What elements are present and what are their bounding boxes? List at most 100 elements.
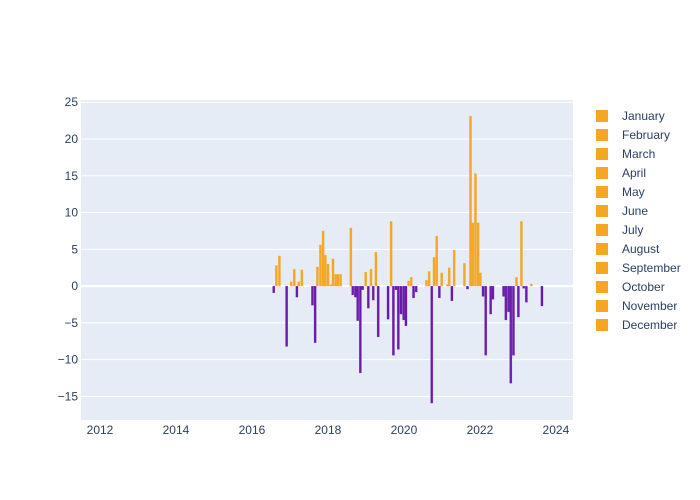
x-tick-label: 2018 xyxy=(315,423,342,437)
bar-negative xyxy=(371,285,375,301)
bar-positive xyxy=(231,285,235,287)
legend-item-september[interactable]: September xyxy=(596,258,681,277)
bar-chart: −15−10−50510152025 2012 2014 2016 2018 2020 2… xyxy=(58,95,573,437)
legend-item-november[interactable]: November xyxy=(596,296,681,315)
bar-negative xyxy=(272,285,276,293)
legend-item-august[interactable]: August xyxy=(596,239,681,258)
x-axis-ticks: 2012 2014 2016 2018 2020 2022 2024 xyxy=(87,423,570,437)
bar-negative xyxy=(522,285,526,289)
bar-positive xyxy=(409,277,413,287)
bar-positive xyxy=(275,265,278,287)
bar-positive xyxy=(336,274,340,287)
legend-label: June xyxy=(622,203,649,218)
legend-item-march[interactable]: March xyxy=(596,144,681,163)
bar-negative xyxy=(412,285,415,299)
legend-label: November xyxy=(622,298,678,313)
bar-negative xyxy=(438,285,441,299)
x-tick-label: 2020 xyxy=(391,423,418,437)
bar-negative xyxy=(404,285,408,327)
legend-swatch xyxy=(596,318,608,331)
bar-negative xyxy=(489,285,493,315)
legend-label: October xyxy=(622,279,665,294)
legend-swatch xyxy=(596,166,608,179)
bar-positive xyxy=(520,221,523,287)
bar-negative xyxy=(366,285,370,309)
bar-positive xyxy=(471,222,475,287)
legend-item-july[interactable]: July xyxy=(596,220,681,239)
bar-negative xyxy=(481,285,485,297)
bar-positive xyxy=(316,266,319,287)
bar-positive xyxy=(432,257,436,287)
bar-positive xyxy=(476,222,480,287)
bar-negative xyxy=(354,285,357,298)
y-tick-label: 5 xyxy=(71,242,78,256)
x-tick-label: 2012 xyxy=(87,423,114,437)
legend-swatch xyxy=(596,147,608,160)
legend-label: January xyxy=(622,108,665,123)
legend-item-may[interactable]: May xyxy=(596,182,681,201)
bar-negative xyxy=(285,285,288,347)
x-tick-label: 2016 xyxy=(239,423,266,437)
legend-item-june[interactable]: June xyxy=(596,201,681,220)
legend-item-december[interactable]: December xyxy=(596,315,681,334)
bar-negative xyxy=(540,285,544,307)
bar-positive xyxy=(364,271,368,287)
legend-label: August xyxy=(622,241,660,256)
bar-positive xyxy=(193,285,197,287)
legend-swatch xyxy=(596,109,608,122)
bar-negative xyxy=(361,285,364,291)
legend-swatch xyxy=(596,261,608,274)
legend-swatch xyxy=(596,128,608,141)
plot-background xyxy=(81,100,573,420)
legend-label: February xyxy=(622,127,671,142)
bar-positive xyxy=(292,268,296,287)
y-tick-label: 20 xyxy=(65,132,79,146)
bar-positive xyxy=(435,235,439,287)
bar-negative xyxy=(313,285,317,344)
legend-label: December xyxy=(622,317,678,332)
bar-positive xyxy=(515,277,518,287)
bar-negative xyxy=(358,285,362,374)
bar-negative xyxy=(509,285,513,384)
bar-negative xyxy=(484,285,488,356)
y-axis-ticks: −15 −10 −5 0 5 10 15 20 25 xyxy=(58,95,79,403)
bar-negative xyxy=(512,285,515,356)
bar-positive xyxy=(389,221,393,287)
legend-swatch xyxy=(596,242,608,255)
bar-positive xyxy=(369,268,373,287)
legend-swatch xyxy=(596,204,608,217)
legend-swatch xyxy=(596,185,608,198)
bar-negative xyxy=(507,285,510,313)
bar-negative xyxy=(311,285,314,306)
bar-negative xyxy=(414,285,418,293)
bar-positive xyxy=(326,263,330,287)
y-tick-label: 15 xyxy=(65,169,79,183)
bar-positive xyxy=(300,269,304,287)
x-tick-label: 2022 xyxy=(467,423,494,437)
bar-positive xyxy=(319,244,322,287)
bar-positive xyxy=(289,281,293,287)
bar-negative xyxy=(504,285,508,321)
legend-label: March xyxy=(622,146,656,161)
bar-negative xyxy=(430,285,434,404)
legend-item-february[interactable]: February xyxy=(596,125,681,144)
bar-positive xyxy=(463,263,466,287)
bar-positive xyxy=(339,274,342,287)
legend-item-january[interactable]: January xyxy=(596,106,681,125)
y-tick-label: −10 xyxy=(58,353,79,367)
bar-negative xyxy=(402,285,406,321)
y-tick-label: 10 xyxy=(65,206,79,220)
bar-positive xyxy=(479,272,482,287)
bar-positive xyxy=(447,267,451,287)
bar-negative xyxy=(351,285,355,296)
y-tick-label: 25 xyxy=(65,95,79,109)
legend-swatch xyxy=(596,299,608,312)
bar-negative xyxy=(356,285,360,321)
legend-item-october[interactable]: October xyxy=(596,277,681,296)
legend-swatch xyxy=(596,223,608,236)
legend-label: September xyxy=(622,260,681,275)
bar-positive xyxy=(321,230,325,287)
bar-negative xyxy=(376,285,380,338)
legend-item-april[interactable]: April xyxy=(596,163,681,182)
bar-negative xyxy=(525,285,528,303)
